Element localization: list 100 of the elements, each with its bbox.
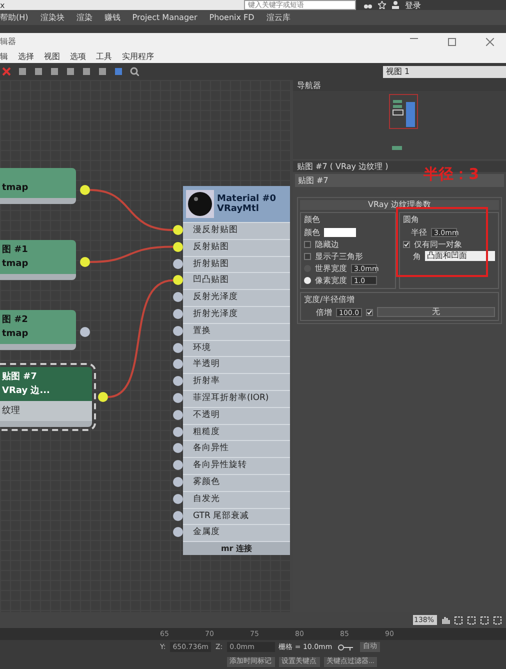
menu-item[interactable]: Phoenix FD — [209, 13, 254, 22]
output-port[interactable] — [80, 257, 90, 267]
search-icon[interactable] — [130, 67, 139, 76]
input-port[interactable] — [173, 258, 183, 269]
menu-item[interactable]: 渲染 — [76, 12, 92, 23]
input-port[interactable] — [173, 326, 183, 336]
node-label: 纹理 — [2, 406, 20, 416]
output-port[interactable] — [98, 392, 108, 402]
input-port[interactable] — [173, 410, 183, 420]
group-label: 颜色 — [304, 214, 321, 225]
output-port[interactable] — [80, 185, 90, 195]
input-slot[interactable]: 折射光泽度 — [183, 306, 290, 323]
menu-item[interactable]: 辑 — [0, 51, 8, 62]
input-port[interactable] — [173, 376, 183, 386]
input-port[interactable] — [173, 275, 183, 286]
sign-in-link[interactable]: 登录 — [405, 0, 421, 10]
close-icon[interactable] — [486, 38, 494, 46]
map-button[interactable]: 无 — [377, 307, 495, 317]
color-label: 颜色 — [304, 226, 320, 238]
user-icon[interactable] — [392, 1, 399, 9]
menu-item[interactable]: 赚钱 — [104, 12, 120, 23]
node-title: 图 #1 — [2, 244, 29, 257]
key-icon[interactable] — [338, 644, 354, 651]
delete-icon[interactable] — [2, 67, 11, 76]
tab-text: x — [0, 0, 5, 10]
input-slot[interactable]: GTR 尾部衰减 — [183, 508, 290, 524]
view-dropdown[interactable]: 视图 1 — [383, 66, 506, 78]
input-port[interactable] — [173, 309, 183, 319]
checkbox[interactable] — [304, 252, 311, 260]
menu-item[interactable]: 渲染块 — [40, 12, 64, 23]
input-slot[interactable]: 折射率 — [183, 373, 290, 390]
checkbox[interactable] — [403, 240, 410, 248]
input-port[interactable] — [173, 426, 183, 437]
input-slot[interactable]: 反射贴图 — [183, 238, 290, 256]
input-port[interactable] — [173, 225, 183, 235]
checkbox[interactable] — [304, 240, 311, 248]
radius-label: 半径 — [411, 226, 427, 238]
menu-item[interactable]: 工具 — [96, 51, 112, 62]
output-port[interactable] — [80, 327, 90, 337]
group-label: 宽度/半径倍增 — [304, 294, 356, 305]
multiplier-label: 倍增 — [316, 306, 332, 318]
input-port[interactable] — [173, 443, 183, 454]
input-slot[interactable]: 漫反射贴图 — [183, 222, 290, 239]
menu-item[interactable]: Project Manager — [132, 13, 198, 22]
panel-header: 导航器 — [293, 80, 506, 91]
checkbox-label: 显示子三角形 — [315, 250, 363, 262]
mr-connection-label: mr 连接 — [183, 541, 290, 556]
star-icon[interactable] — [378, 1, 386, 9]
input-port[interactable] — [173, 477, 183, 487]
menu-item[interactable]: 视图 — [44, 51, 60, 62]
node-title: 图 #2 — [2, 314, 29, 327]
input-slot[interactable]: 置换 — [183, 322, 290, 340]
input-port[interactable] — [173, 242, 183, 252]
input-port[interactable] — [173, 527, 183, 538]
sphere-icon — [186, 190, 214, 218]
radio-label: 像素宽度 — [315, 274, 347, 286]
input-slot[interactable]: 反射光泽度 — [183, 289, 290, 306]
corner-label: 角 — [413, 250, 421, 262]
corner-dropdown[interactable]: 凸面和凹面 — [425, 251, 495, 261]
checkbox-label: 隐藏边 — [315, 238, 339, 250]
input-port[interactable] — [173, 359, 183, 370]
input-port[interactable] — [173, 494, 183, 504]
input-port[interactable] — [173, 292, 183, 302]
checkbox-label: 仅有同一对象 — [414, 238, 462, 250]
input-slot[interactable]: 雾颜色 — [183, 474, 290, 491]
menu-item[interactable]: 实用程序 — [122, 51, 154, 62]
menu-item[interactable]: 渲云库 — [266, 12, 290, 23]
node-title: 贴图 #7 — [2, 370, 38, 384]
radio-button[interactable] — [304, 276, 311, 284]
binoculars-icon[interactable] — [364, 2, 372, 8]
input-slot[interactable]: 各向异性旋转 — [183, 457, 290, 474]
material-type: VRayMtl — [217, 204, 260, 214]
input-slot[interactable]: 折射贴图 — [183, 256, 290, 272]
maximize-icon[interactable] — [448, 38, 456, 46]
input-port[interactable] — [173, 393, 183, 403]
menu-item[interactable]: 选项 — [70, 51, 86, 62]
input-slot[interactable]: 不透明 — [183, 406, 290, 424]
input-slot[interactable]: 半透明 — [183, 356, 290, 374]
node-title: tmap — [2, 182, 30, 195]
radio-label: 世界宽度 — [315, 262, 347, 274]
menu-item[interactable]: 帮助(H) — [0, 12, 28, 23]
input-slot[interactable]: 各向异性 — [183, 440, 290, 458]
input-port[interactable] — [173, 510, 183, 521]
input-slot[interactable]: 粗糙度 — [183, 424, 290, 440]
color-swatch[interactable] — [324, 228, 356, 236]
group-label: 圆角 — [403, 214, 420, 225]
input-port[interactable] — [173, 460, 183, 470]
input-slot[interactable]: 菲涅耳折射率(IOR) — [183, 390, 290, 407]
checkbox[interactable] — [366, 308, 373, 316]
input-slot[interactable]: 自发光 — [183, 490, 290, 508]
input-slot[interactable]: 环境 — [183, 340, 290, 356]
input-slot[interactable]: 凹凸贴图 — [183, 272, 290, 290]
material-node[interactable]: Material #0 VRayMtl 漫反射贴图 反射贴图 折射贴图 凹凸贴图 反射光泽度 折射光泽度 置换 环境 半透明 折射率 菲涅耳折射率(IOR) 不透明 粗糙度 各向异性 各向异性旋转 雾颜色 自发光 GTR 尾部衰减 金属度 mr 连接 — [183, 186, 290, 556]
material-name: Material #0 — [217, 194, 276, 204]
node-title: tmap — [2, 328, 30, 341]
input-port[interactable] — [173, 342, 183, 353]
node-title: tmap — [2, 258, 30, 271]
window-title: 辑器 — [0, 36, 16, 47]
menu-item[interactable]: 选择 — [18, 51, 34, 62]
node-title: VRay 边... — [2, 384, 51, 398]
